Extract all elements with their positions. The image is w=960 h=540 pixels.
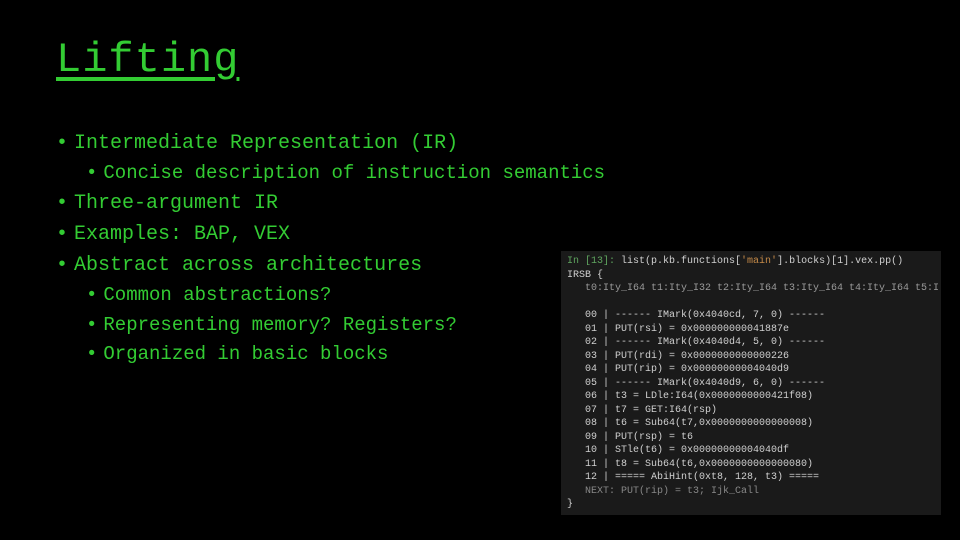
bullet-text: Common abstractions? xyxy=(103,284,331,306)
code-line: 09 | PUT(rsp) = t6 xyxy=(567,431,935,445)
code-line: 06 | t3 = LDle:I64(0x0000000000421f08) xyxy=(567,390,935,404)
code-line: 05 | ------ IMark(0x4040d9, 6, 0) ------ xyxy=(567,377,935,391)
bullet-item: •Abstract across architectures xyxy=(56,250,605,281)
bullet-item: •Organized in basic blocks xyxy=(86,340,605,369)
bullet-icon: • xyxy=(86,343,103,365)
code-line: 00 | ------ IMark(0x4040cd, 7, 0) ------ xyxy=(567,309,935,323)
bullet-icon: • xyxy=(56,254,74,277)
bullet-icon: • xyxy=(86,162,103,184)
ipython-prompt: In [13]: list(p.kb.functions['main'].blo… xyxy=(567,255,935,269)
bullet-text: Three-argument IR xyxy=(74,192,278,215)
bullet-item: •Three-argument IR xyxy=(56,188,605,219)
code-line: 12 | ===== AbiHint(0xt8, 128, t3) ===== xyxy=(567,471,935,485)
bullet-text: Intermediate Representation (IR) xyxy=(74,132,458,155)
ipython-in-label: In [13]: xyxy=(567,256,615,267)
bullet-icon: • xyxy=(56,132,74,155)
bullet-icon: • xyxy=(86,314,103,336)
bullet-icon: • xyxy=(56,223,74,246)
code-line: IRSB { xyxy=(567,269,935,283)
code-expr: list(p.kb.functions[ xyxy=(615,256,741,267)
code-string: 'main' xyxy=(741,256,777,267)
bullet-item: •Common abstractions? xyxy=(86,281,605,310)
code-line: 04 | PUT(rip) = 0x00000000004040d9 xyxy=(567,363,935,377)
code-line: } xyxy=(567,498,935,512)
bullet-item: •Examples: BAP, VEX xyxy=(56,219,605,250)
slide: Lifting •Intermediate Representation (IR… xyxy=(0,0,960,540)
code-line: t0:Ity_I64 t1:Ity_I32 t2:Ity_I64 t3:Ity_… xyxy=(567,282,935,296)
bullet-text: Examples: BAP, VEX xyxy=(74,223,290,246)
code-next: NEXT: PUT(rip) = t3; Ijk_Call xyxy=(567,485,935,499)
bullet-text: Concise description of instruction seman… xyxy=(103,162,605,184)
bullet-item: •Concise description of instruction sema… xyxy=(86,159,605,188)
bullet-item: •Intermediate Representation (IR) xyxy=(56,128,605,159)
code-expr: ].blocks)[1].vex.pp() xyxy=(777,256,903,267)
bullet-item: •Representing memory? Registers? xyxy=(86,311,605,340)
code-line: 08 | t6 = Sub64(t7,0x0000000000000008) xyxy=(567,417,935,431)
code-line: 10 | STle(t6) = 0x00000000004040df xyxy=(567,444,935,458)
code-line: 03 | PUT(rdi) = 0x0000000000000226 xyxy=(567,350,935,364)
code-panel: In [13]: list(p.kb.functions['main'].blo… xyxy=(560,250,942,516)
bullet-text: Abstract across architectures xyxy=(74,254,422,277)
code-blank xyxy=(567,296,935,310)
code-line: 02 | ------ IMark(0x4040d4, 5, 0) ------ xyxy=(567,336,935,350)
bullet-text: Representing memory? Registers? xyxy=(103,314,456,336)
code-line: 11 | t8 = Sub64(t6,0x0000000000000080) xyxy=(567,458,935,472)
bullet-icon: • xyxy=(56,192,74,215)
bullet-icon: • xyxy=(86,284,103,306)
slide-title: Lifting xyxy=(56,36,239,84)
bullet-text: Organized in basic blocks xyxy=(103,343,388,365)
code-line: 01 | PUT(rsi) = 0x000000000041887e xyxy=(567,323,935,337)
code-line: 07 | t7 = GET:I64(rsp) xyxy=(567,404,935,418)
bullet-list: •Intermediate Representation (IR) •Conci… xyxy=(56,128,605,370)
